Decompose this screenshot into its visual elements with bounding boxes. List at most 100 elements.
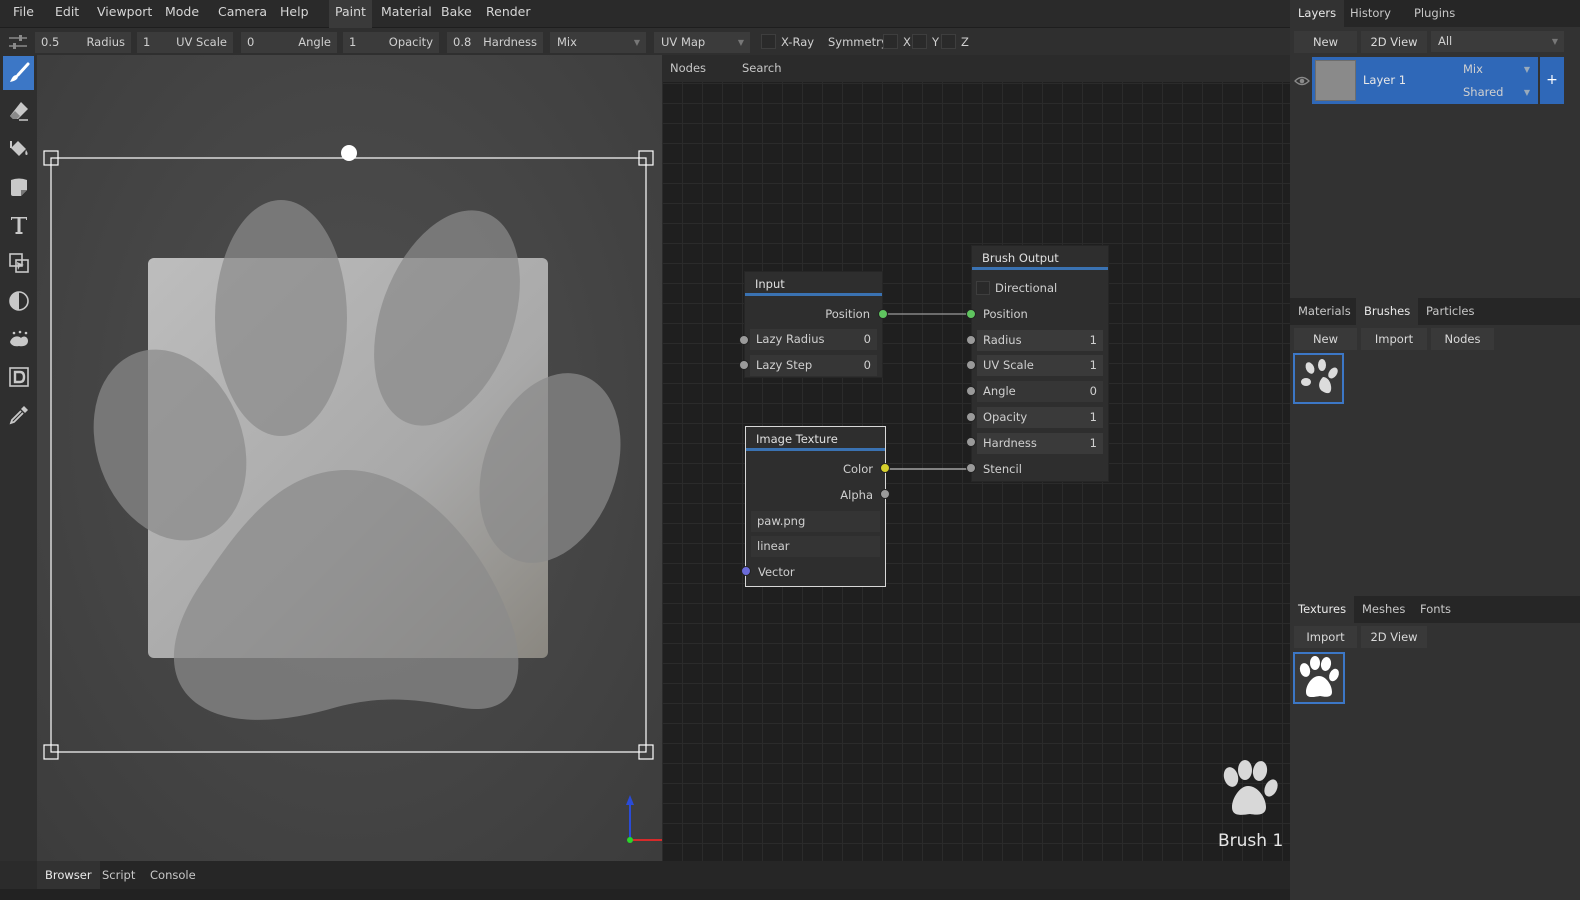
tab-textures[interactable]: Textures [1290,596,1355,623]
brush-tool[interactable] [3,56,34,90]
output-opacity-field[interactable]: Opacity 1 [977,407,1103,428]
new-brush-button[interactable]: New [1294,328,1357,350]
output-stencil-socket[interactable] [966,463,976,473]
paw-texture-icon [1299,656,1339,698]
tex-coord-select[interactable]: UV Map ▼ [654,32,750,53]
output-opacity-label: Opacity [983,410,1028,424]
layer-row[interactable]: Layer 1 [1312,57,1454,104]
output-uvscale-field[interactable]: UV Scale 1 [977,355,1103,376]
image-interp-select[interactable]: linear [751,536,880,557]
workspace-paint-tab[interactable]: Paint [329,0,372,28]
particle-tool[interactable] [3,322,34,356]
eye-icon[interactable] [1294,74,1310,88]
brush-slot[interactable] [1293,353,1344,404]
textures-2d-view-button[interactable]: 2D View [1361,626,1427,648]
output-angle-value: 0 [1089,384,1097,398]
layers-2d-view-button[interactable]: 2D View [1361,31,1427,53]
output-hardness-field[interactable]: Hardness 1 [977,433,1103,454]
3d-viewport[interactable] [37,55,662,861]
tab-meshes[interactable]: Meshes [1354,596,1413,623]
output-position-socket[interactable] [966,309,976,319]
brush-nodes-button[interactable]: Nodes [1431,328,1494,350]
image-vector-socket[interactable] [741,566,751,576]
fill-tool[interactable] [3,132,34,166]
tab-layers[interactable]: Layers [1290,0,1345,27]
tab-fonts[interactable]: Fonts [1412,596,1459,623]
angle-field[interactable]: 0 Angle [241,32,337,53]
decal-tool[interactable] [3,170,34,204]
menu-edit[interactable]: Edit [55,0,79,28]
menu-file[interactable]: File [13,0,34,28]
output-radius-socket[interactable] [966,335,976,345]
output-opacity-socket[interactable] [966,412,976,422]
sym-z-checkbox[interactable] [941,34,956,49]
layer-thumbnail [1315,60,1356,101]
brush-output-node[interactable]: Brush Output Directional Position Radius… [971,245,1109,482]
tab-materials[interactable]: Materials [1290,298,1359,325]
layer-filter-select[interactable]: All ▼ [1431,31,1564,52]
texture-slot[interactable] [1293,652,1345,704]
chevron-down-icon: ▼ [1551,37,1558,46]
axis-gizmo [626,795,662,843]
output-radius-field[interactable]: Radius 1 [977,330,1103,351]
blur-tool[interactable] [3,284,34,318]
input-position-label: Position [825,307,870,321]
image-file-select[interactable]: paw.png [751,511,880,532]
lazy-radius-socket[interactable] [739,335,749,345]
bake-tool[interactable] [3,360,34,394]
sym-x-checkbox[interactable] [883,34,898,49]
tab-script[interactable]: Script [94,861,143,889]
layer-name: Layer 1 [1363,73,1407,87]
radius-field[interactable]: 0.5 Radius [35,32,131,53]
add-layer-button[interactable]: + [1540,57,1564,104]
input-node[interactable]: Input Position Lazy Radius 0 Lazy Step 0 [744,271,883,378]
workspace-bake-tab[interactable]: Bake [441,0,472,28]
lazy-step-field[interactable]: Lazy Step 0 [750,355,877,376]
image-alpha-label: Alpha [840,488,873,502]
tab-brushes[interactable]: Brushes [1356,298,1419,325]
lazy-step-value: 0 [863,358,871,372]
new-layer-button[interactable]: New [1294,31,1357,53]
menu-viewport[interactable]: Viewport [97,0,152,28]
text-tool[interactable] [3,208,34,242]
lazy-radius-field[interactable]: Lazy Radius 0 [750,329,877,350]
menu-camera[interactable]: Camera [218,0,267,28]
import-texture-button[interactable]: Import [1294,626,1357,648]
sym-y-label: Y [932,35,940,49]
clone-tool[interactable] [3,246,34,280]
tab-browser[interactable]: Browser [37,861,100,889]
chevron-down-icon: ▼ [633,38,640,47]
output-radius-value: 1 [1089,333,1097,347]
output-angle-socket[interactable] [966,386,976,396]
output-hardness-socket[interactable] [966,437,976,447]
output-angle-field[interactable]: Angle 0 [977,381,1103,402]
eraser-tool[interactable] [3,94,34,128]
image-texture-node[interactable]: Image Texture Color Alpha paw.png linear… [745,426,886,587]
xray-checkbox[interactable] [761,34,776,49]
output-hardness-value: 1 [1089,436,1097,450]
menu-help[interactable]: Help [280,0,309,28]
sliders-icon[interactable] [8,34,28,53]
output-uvscale-socket[interactable] [966,360,976,370]
input-position-socket[interactable] [878,309,888,319]
picker-tool[interactable] [3,398,34,432]
opacity-field[interactable]: 1 Opacity [343,32,439,53]
lazy-step-socket[interactable] [739,360,749,370]
tab-history[interactable]: History [1342,0,1399,27]
menu-mode[interactable]: Mode [165,0,199,28]
tab-console[interactable]: Console [142,861,204,889]
bottom-tabbar: Browser Script Console [37,861,1290,889]
sym-y-checkbox[interactable] [912,34,927,49]
image-alpha-socket[interactable] [880,489,890,499]
import-brush-button[interactable]: Import [1361,328,1427,350]
workspace-material-tab[interactable]: Material [381,0,432,28]
layer-blend-select[interactable]: Mix ▼ [1456,59,1536,80]
layer-mode-select[interactable]: Shared ▼ [1456,82,1536,103]
workspace-render-tab[interactable]: Render [486,0,531,28]
tab-particles[interactable]: Particles [1418,298,1482,325]
blend-mode-select[interactable]: Mix ▼ [550,32,646,53]
hardness-field[interactable]: 0.8 Hardness [447,32,543,53]
image-color-socket[interactable] [880,463,890,473]
uvscale-field[interactable]: 1 UV Scale [137,32,233,53]
tab-plugins[interactable]: Plugins [1406,0,1463,27]
